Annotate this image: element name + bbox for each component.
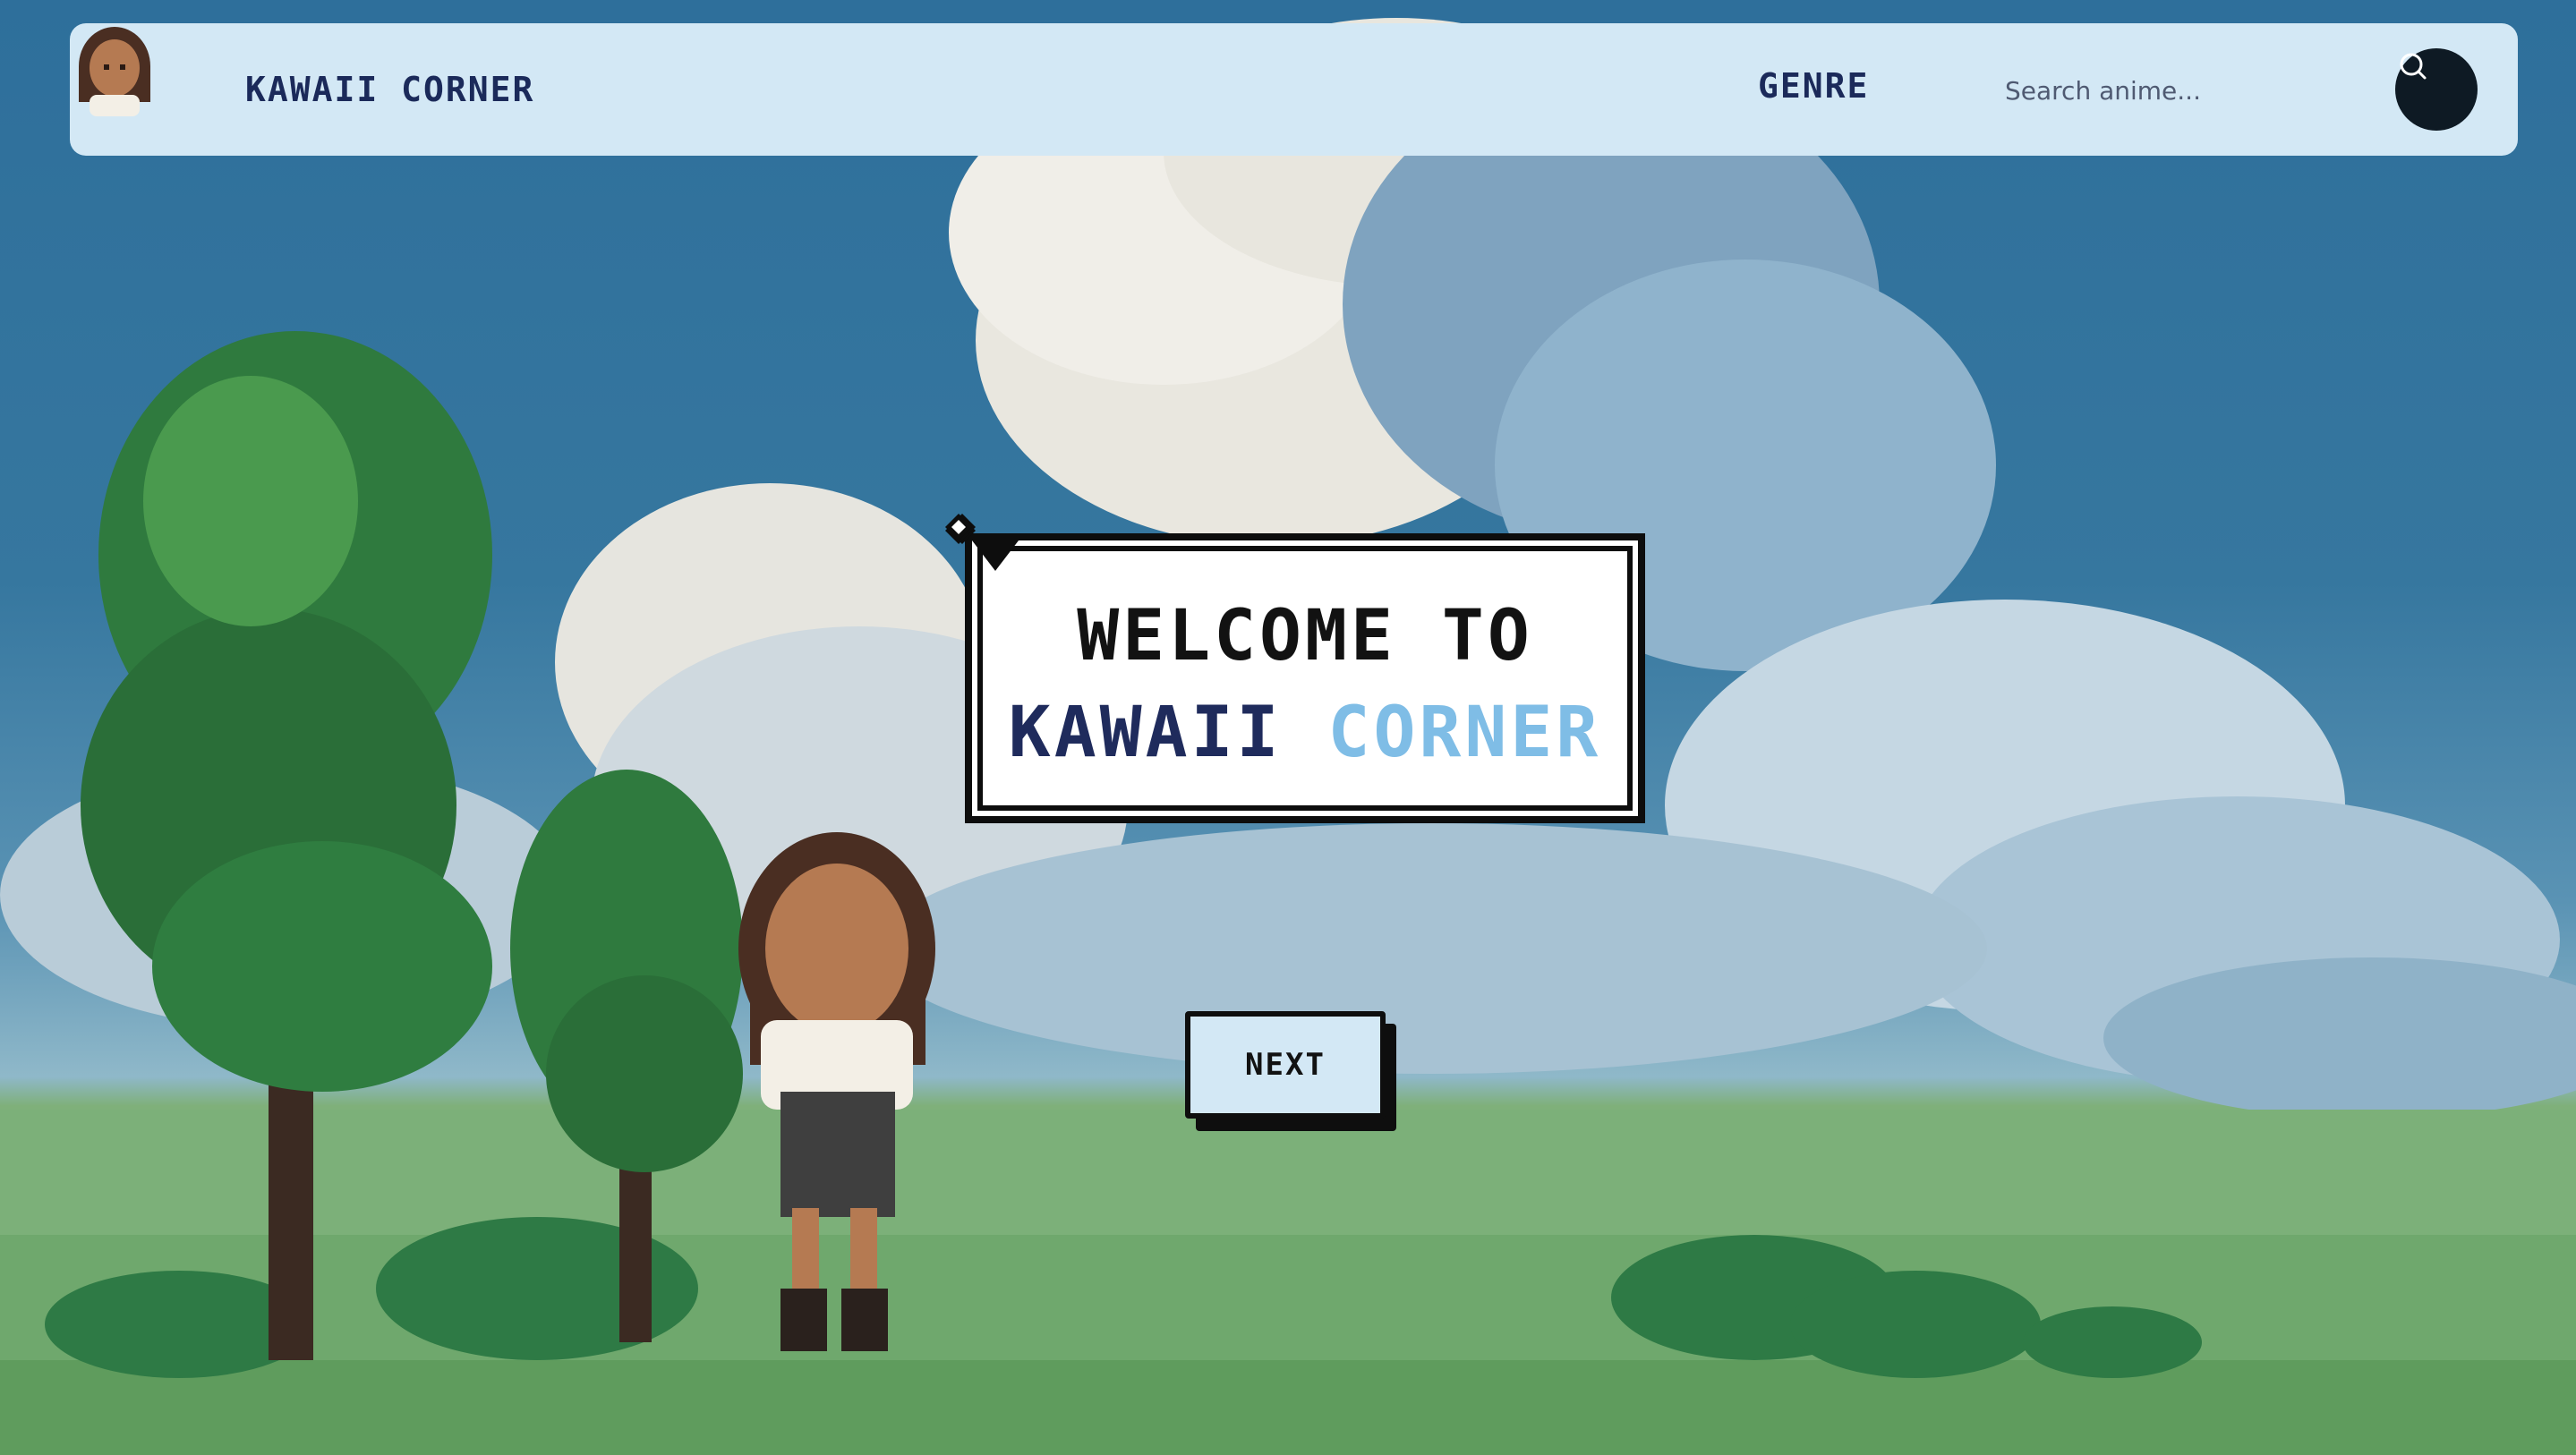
welcome-brand: KAWAII CORNER [972,693,1638,773]
welcome-brand-kawaii: KAWAII [1008,693,1328,773]
search-button[interactable] [2395,48,2478,131]
search-icon [2400,53,2427,80]
search-input[interactable] [2003,63,2418,118]
continue-arrow-icon [972,540,1019,571]
next-button[interactable]: NEXT [1185,1011,1386,1119]
frame-corner-icon [945,514,972,540]
site-title[interactable]: KAWAII CORNER [245,23,534,156]
welcome-brand-corner: CORNER [1327,693,1602,773]
genre-menu[interactable]: GENRE [1758,23,1869,149]
welcome-dialog: WELCOME TO KAWAII CORNER [945,514,1665,843]
top-navbar: KAWAII CORNER GENRE [70,23,2518,156]
dialog-frame: WELCOME TO KAWAII CORNER [965,533,1645,823]
pixel-landscape-background: KAWAII CORNER GENRE WELCOME TO KAWAII CO… [0,0,2576,1455]
welcome-heading: WELCOME TO [1077,596,1533,676]
girl-avatar-icon[interactable] [70,23,159,116]
